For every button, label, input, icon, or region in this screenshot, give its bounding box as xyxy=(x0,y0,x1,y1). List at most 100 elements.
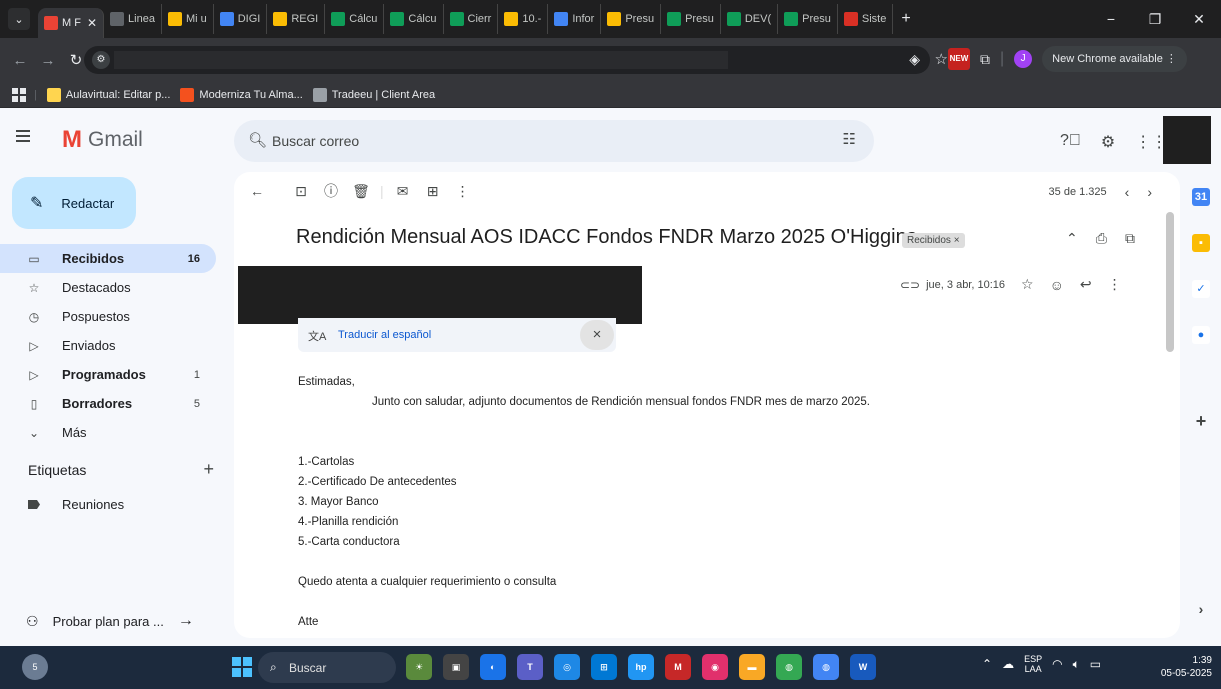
sidebar-item-enviados[interactable]: ▷ Enviados xyxy=(0,331,216,360)
browser-tab[interactable]: REGI xyxy=(267,4,326,34)
archive-icon[interactable]: ⊡ xyxy=(286,183,316,200)
sidebar-item-destacados[interactable]: ☆ Destacados xyxy=(0,273,216,302)
bookmark-item[interactable]: Aulavirtual: Editar p... xyxy=(46,87,170,102)
bookmark-item[interactable]: Tradeeu | Client Area xyxy=(312,87,435,102)
sidebar-item-programados[interactable]: ▷ Programados 1 xyxy=(0,360,216,389)
address-bar[interactable]: ⚙ ◈ ☆ xyxy=(84,46,948,74)
battery-icon[interactable]: ▭ xyxy=(1090,657,1101,671)
sidebar-item-borradores[interactable]: ▯ Borradores 5 xyxy=(0,389,216,418)
sidebar-item-recibidos[interactable]: ▭ Recibidos 16 xyxy=(0,244,216,273)
taskbar-clock[interactable]: 1:39 05-05-2025 xyxy=(1148,654,1212,680)
browser-tab[interactable]: Presu xyxy=(661,4,721,34)
browser-tab[interactable]: Siste xyxy=(838,4,894,34)
browser-tab[interactable]: Cálcu xyxy=(325,4,385,34)
browser-tab[interactable]: Linea xyxy=(104,4,162,34)
browser-tab[interactable]: DIGI xyxy=(214,4,268,34)
sidebar-item-más[interactable]: ⌄ Más xyxy=(0,418,216,447)
back-icon[interactable]: ← xyxy=(6,52,34,69)
teams-icon[interactable]: T xyxy=(517,654,543,680)
apps-grid-icon[interactable] xyxy=(12,87,26,102)
news-widget-icon[interactable]: ☀ xyxy=(406,654,432,680)
move-to-icon[interactable]: ⊞ xyxy=(418,183,448,200)
browser-tab[interactable]: 10.- xyxy=(498,4,549,34)
extensions-icon[interactable]: ⧉ xyxy=(980,51,990,68)
close-tab-icon[interactable]: ✕ xyxy=(87,16,97,30)
inbox-label-chip[interactable]: Recibidos × xyxy=(902,233,965,248)
label-item-reuniones[interactable]: Reuniones xyxy=(28,497,124,512)
browser-tab[interactable]: M F ✕ xyxy=(38,8,105,38)
new-badge-icon[interactable]: NEW xyxy=(948,48,970,70)
edge-app-icon[interactable]: ◐ xyxy=(480,654,506,680)
sidebar-item-pospuestos[interactable]: ◷ Pospuestos xyxy=(0,302,216,331)
new-tab-button[interactable]: + xyxy=(901,10,910,28)
main-menu-icon[interactable] xyxy=(16,130,30,142)
browser-tab[interactable]: Cierr xyxy=(444,4,499,34)
next-message-icon[interactable]: › xyxy=(1147,184,1152,200)
contacts-icon[interactable]: ● xyxy=(1192,326,1210,344)
get-addons-icon[interactable]: + xyxy=(1192,412,1210,430)
close-window-icon[interactable]: ✕ xyxy=(1177,11,1221,28)
chrome-taskbar-icon[interactable]: ◍ xyxy=(776,654,802,680)
onedrive-icon[interactable]: ☁ xyxy=(1002,657,1014,671)
translate-link[interactable]: Traducir al español xyxy=(338,329,431,341)
calendar-icon[interactable]: 31 xyxy=(1192,188,1210,206)
taskview-icon[interactable]: ▣ xyxy=(443,654,469,680)
site-info-icon[interactable]: ⚙ xyxy=(92,51,110,69)
message-more-icon[interactable]: ⋮ xyxy=(1108,276,1122,293)
add-label-icon[interactable]: + xyxy=(203,459,214,480)
browser-tab[interactable]: Presu xyxy=(601,4,662,34)
wifi-icon[interactable]: ◠ xyxy=(1052,657,1062,671)
account-avatar-redacted[interactable] xyxy=(1163,116,1211,164)
bookmark-star-icon[interactable]: ☆ xyxy=(935,50,948,68)
star-icon[interactable]: ☆ xyxy=(1021,276,1034,293)
windows-start-icon[interactable] xyxy=(232,657,252,677)
delete-icon[interactable]: 🗑︎ xyxy=(346,183,376,200)
chrome-profile-icon[interactable]: ◍ xyxy=(813,654,839,680)
print-icon[interactable]: ⎙ xyxy=(1096,230,1107,247)
restore-icon[interactable]: ❐ xyxy=(1133,11,1177,28)
browser-tab[interactable]: Cálcu xyxy=(384,4,444,34)
minimize-icon[interactable]: − xyxy=(1089,11,1133,28)
mcafee-icon[interactable]: M xyxy=(665,654,691,680)
message-scrollbar[interactable] xyxy=(1166,212,1174,352)
browser-tab[interactable]: Mi u xyxy=(162,4,214,34)
bookmark-item[interactable]: Moderniza Tu Alma... xyxy=(180,87,303,102)
copilot-icon[interactable]: ◎ xyxy=(554,654,580,680)
try-plan-link[interactable]: ⚇ Probar plan para ... → xyxy=(26,612,194,630)
search-bar[interactable]: 🔍︎ Buscar correo ☷ xyxy=(234,120,874,162)
search-options-icon[interactable]: ☷ xyxy=(843,130,856,148)
emoji-react-icon[interactable]: ☺ xyxy=(1050,277,1064,293)
input-language[interactable]: ESP LAA xyxy=(1024,654,1042,674)
tray-overflow-icon[interactable]: ⌃ xyxy=(982,657,992,671)
file-explorer-icon[interactable]: ▬ xyxy=(739,654,765,680)
report-spam-icon[interactable]: ⓘ xyxy=(316,181,346,201)
instagram-icon[interactable]: ◉ xyxy=(702,654,728,680)
settings-gear-icon[interactable]: ⚙ xyxy=(1101,132,1115,152)
taskbar-search[interactable]: ⌕ Buscar xyxy=(258,652,396,683)
new-chrome-button[interactable]: New Chrome available ⋮ xyxy=(1042,46,1187,72)
back-to-inbox-icon[interactable]: ← xyxy=(242,183,272,199)
hide-panel-icon[interactable]: › xyxy=(1192,600,1210,618)
gmail-logo[interactable]: M Gmail xyxy=(62,126,143,154)
prev-message-icon[interactable]: ‹ xyxy=(1125,184,1130,200)
reply-icon[interactable]: ↩ xyxy=(1080,276,1092,293)
more-actions-icon[interactable]: ⋮ xyxy=(448,183,478,200)
help-icon[interactable]: ?⃝ xyxy=(1060,132,1081,152)
close-translate-icon[interactable]: × xyxy=(580,320,614,350)
tasks-icon[interactable]: ✓ xyxy=(1192,280,1210,298)
keep-icon[interactable]: ▪ xyxy=(1192,234,1210,252)
expand-all-icon[interactable]: ⌃ xyxy=(1066,230,1078,247)
browser-tab[interactable]: DEV( xyxy=(721,4,779,34)
tab-search-button[interactable]: ⌄ xyxy=(8,8,30,30)
search-icon[interactable]: 🔍︎ xyxy=(248,131,267,149)
browser-tab[interactable]: Infor xyxy=(548,4,602,34)
browser-tab[interactable]: Presu xyxy=(778,4,838,34)
eye-icon[interactable]: ◈ xyxy=(909,51,920,68)
forward-icon[interactable]: → xyxy=(34,52,62,69)
compose-button[interactable]: ✎ Redactar xyxy=(12,177,136,229)
store-icon[interactable]: ⊞ xyxy=(591,654,617,680)
mark-unread-icon[interactable]: ✉ xyxy=(388,183,418,200)
hp-icon[interactable]: hp xyxy=(628,654,654,680)
profile-avatar[interactable]: J xyxy=(1014,50,1033,68)
open-new-window-icon[interactable]: ⧉ xyxy=(1125,230,1135,247)
